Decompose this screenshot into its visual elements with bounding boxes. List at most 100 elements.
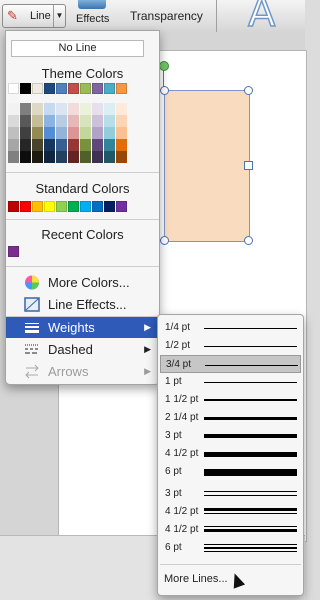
theme-color-swatch[interactable] bbox=[80, 83, 91, 94]
theme-color-swatch[interactable] bbox=[20, 83, 31, 94]
arrows-item[interactable]: Arrows ▶ bbox=[6, 361, 159, 382]
dashed-item[interactable]: Dashed ▶ bbox=[6, 339, 159, 360]
tint-color-swatch[interactable] bbox=[104, 151, 115, 163]
tint-color-swatch[interactable] bbox=[68, 103, 79, 115]
tint-color-swatch[interactable] bbox=[8, 127, 19, 139]
tint-color-swatch[interactable] bbox=[20, 115, 31, 127]
theme-color-swatch[interactable] bbox=[44, 83, 55, 94]
tint-color-swatch[interactable] bbox=[20, 103, 31, 115]
tint-color-swatch[interactable] bbox=[92, 103, 103, 115]
tint-color-swatch[interactable] bbox=[20, 139, 31, 151]
tint-color-swatch[interactable] bbox=[32, 115, 43, 127]
weight-option[interactable]: 6 pt bbox=[160, 539, 301, 557]
tint-color-swatch[interactable] bbox=[104, 127, 115, 139]
tint-color-swatch[interactable] bbox=[68, 127, 79, 139]
tint-color-swatch[interactable] bbox=[92, 139, 103, 151]
weight-option[interactable]: 3 pt bbox=[160, 427, 301, 445]
resize-handle-right[interactable] bbox=[244, 161, 253, 170]
tint-color-swatch[interactable] bbox=[80, 127, 91, 139]
recent-color-swatch[interactable] bbox=[8, 246, 19, 257]
standard-color-swatch[interactable] bbox=[68, 201, 79, 212]
standard-color-swatch[interactable] bbox=[44, 201, 55, 212]
tint-color-swatch[interactable] bbox=[8, 115, 19, 127]
standard-color-swatch[interactable] bbox=[116, 201, 127, 212]
weight-option[interactable]: 4 1/2 pt bbox=[160, 503, 301, 521]
resize-handle-bottom-left[interactable] bbox=[160, 236, 169, 245]
tint-color-swatch[interactable] bbox=[80, 115, 91, 127]
tint-color-swatch[interactable] bbox=[104, 103, 115, 115]
tint-color-swatch[interactable] bbox=[68, 139, 79, 151]
transparency-button[interactable]: Transparency bbox=[130, 9, 203, 23]
tint-color-swatch[interactable] bbox=[20, 151, 31, 163]
tint-color-swatch[interactable] bbox=[32, 139, 43, 151]
tint-color-swatch[interactable] bbox=[44, 127, 55, 139]
weight-option[interactable]: 4 1/2 pt bbox=[160, 445, 301, 463]
theme-color-swatch[interactable] bbox=[32, 83, 43, 94]
tint-color-swatch[interactable] bbox=[68, 151, 79, 163]
tint-color-swatch[interactable] bbox=[92, 151, 103, 163]
weight-option[interactable]: 3/4 pt bbox=[160, 355, 301, 373]
tint-color-swatch[interactable] bbox=[8, 139, 19, 151]
weight-option[interactable]: 4 1/2 pt bbox=[160, 521, 301, 539]
tint-color-swatch[interactable] bbox=[80, 151, 91, 163]
tint-color-swatch[interactable] bbox=[92, 127, 103, 139]
standard-color-swatch[interactable] bbox=[56, 201, 67, 212]
tint-color-swatch[interactable] bbox=[44, 115, 55, 127]
weights-item[interactable]: Weights ▶ bbox=[6, 317, 159, 338]
weight-option[interactable]: 1 pt bbox=[160, 373, 301, 391]
theme-color-swatch[interactable] bbox=[8, 83, 19, 94]
line-format-button[interactable]: ✎ Line ▼ bbox=[2, 4, 66, 28]
line-dropdown-arrow[interactable]: ▼ bbox=[53, 5, 65, 27]
weight-option[interactable]: 3 pt bbox=[160, 485, 301, 503]
tint-color-swatch[interactable] bbox=[56, 139, 67, 151]
effects-icon[interactable] bbox=[78, 0, 106, 9]
theme-color-swatch[interactable] bbox=[104, 83, 115, 94]
weight-option[interactable]: 1 1/2 pt bbox=[160, 391, 301, 409]
resize-handle-top-left[interactable] bbox=[160, 86, 169, 95]
tint-color-swatch[interactable] bbox=[8, 103, 19, 115]
tint-color-swatch[interactable] bbox=[56, 127, 67, 139]
tint-color-swatch[interactable] bbox=[80, 103, 91, 115]
weight-option[interactable]: 6 pt bbox=[160, 463, 301, 481]
standard-color-swatch[interactable] bbox=[104, 201, 115, 212]
weight-option[interactable]: 1/4 pt bbox=[160, 319, 301, 337]
resize-handle-top-right[interactable] bbox=[244, 86, 253, 95]
tint-color-swatch[interactable] bbox=[116, 127, 127, 139]
tint-color-swatch[interactable] bbox=[92, 115, 103, 127]
standard-color-swatch[interactable] bbox=[8, 201, 19, 212]
theme-color-swatch[interactable] bbox=[68, 83, 79, 94]
tint-color-swatch[interactable] bbox=[44, 103, 55, 115]
tint-color-swatch[interactable] bbox=[68, 115, 79, 127]
tint-color-swatch[interactable] bbox=[116, 115, 127, 127]
weight-option[interactable]: 2 1/4 pt bbox=[160, 409, 301, 427]
no-line-button[interactable]: No Line bbox=[11, 40, 144, 57]
standard-color-swatch[interactable] bbox=[80, 201, 91, 212]
tint-color-swatch[interactable] bbox=[44, 151, 55, 163]
line-effects-item[interactable]: Line Effects... bbox=[6, 294, 159, 315]
tint-color-swatch[interactable] bbox=[80, 139, 91, 151]
tint-color-swatch[interactable] bbox=[32, 103, 43, 115]
tint-color-swatch[interactable] bbox=[32, 151, 43, 163]
resize-handle-bottom-right[interactable] bbox=[244, 236, 253, 245]
effects-button[interactable]: Effects bbox=[76, 13, 109, 25]
weight-option[interactable]: 1/2 pt bbox=[160, 337, 301, 355]
more-colors-item[interactable]: More Colors... bbox=[6, 272, 159, 293]
tint-color-swatch[interactable] bbox=[56, 115, 67, 127]
selected-rectangle-shape[interactable] bbox=[164, 90, 250, 242]
rotation-handle[interactable] bbox=[159, 61, 169, 71]
tint-color-swatch[interactable] bbox=[56, 103, 67, 115]
theme-color-swatch[interactable] bbox=[116, 83, 127, 94]
tint-color-swatch[interactable] bbox=[20, 127, 31, 139]
text-style-icon[interactable]: A bbox=[247, 0, 276, 37]
standard-color-swatch[interactable] bbox=[92, 201, 103, 212]
tint-color-swatch[interactable] bbox=[44, 139, 55, 151]
standard-color-swatch[interactable] bbox=[32, 201, 43, 212]
tint-color-swatch[interactable] bbox=[8, 151, 19, 163]
tint-color-swatch[interactable] bbox=[104, 115, 115, 127]
tint-color-swatch[interactable] bbox=[104, 139, 115, 151]
theme-color-swatch[interactable] bbox=[92, 83, 103, 94]
standard-color-swatch[interactable] bbox=[20, 201, 31, 212]
theme-color-swatch[interactable] bbox=[56, 83, 67, 94]
tint-color-swatch[interactable] bbox=[116, 151, 127, 163]
tint-color-swatch[interactable] bbox=[116, 103, 127, 115]
